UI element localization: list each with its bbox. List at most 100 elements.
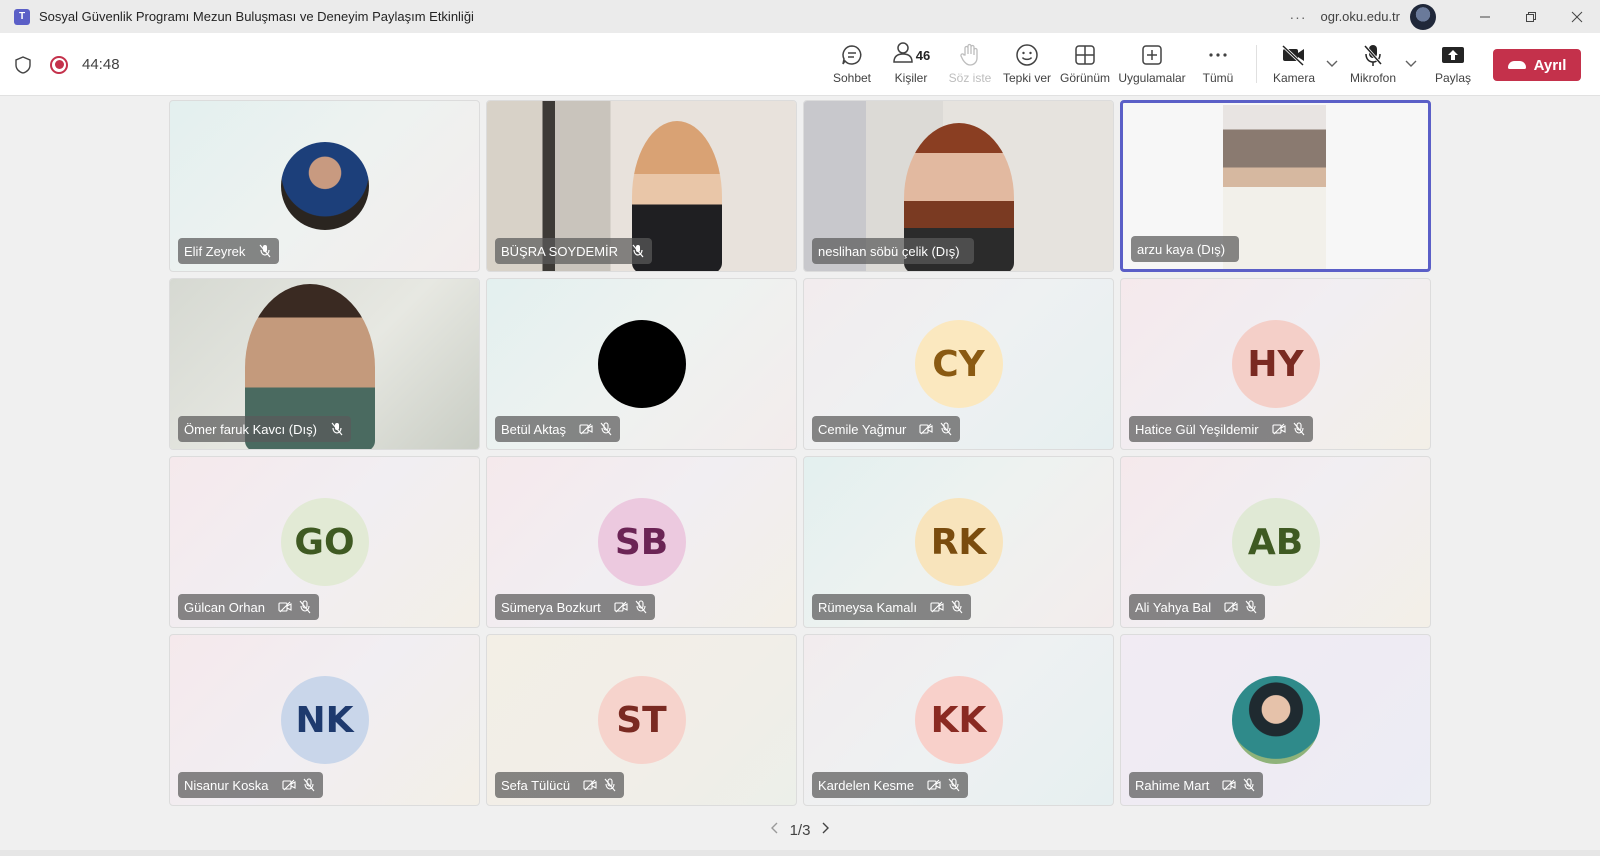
previous-page-chevron-icon[interactable] xyxy=(770,821,778,839)
camera-off-icon xyxy=(918,421,934,437)
participant-name: Gülcan Orhan xyxy=(184,599,265,615)
microphone-button[interactable]: Mikrofon xyxy=(1338,41,1408,91)
participant-name: BÜŞRA SOYDEMİR xyxy=(501,243,619,259)
view-button[interactable]: Görünüm xyxy=(1050,41,1120,91)
people-icon xyxy=(892,40,914,70)
chat-label: Sohbet xyxy=(832,71,872,85)
participant-name: Sümerya Bozkurt xyxy=(501,599,601,615)
participant-nametag: Rümeysa Kamalı xyxy=(812,594,971,620)
participant-tile[interactable]: RK Rümeysa Kamalı xyxy=(803,456,1114,628)
react-label: Tepki ver xyxy=(1002,71,1052,85)
participant-name: Sefa Tülücü xyxy=(501,777,571,793)
participant-tile[interactable]: ST Sefa Tülücü xyxy=(486,634,797,806)
participant-nametag: Elif Zeyrek xyxy=(178,238,280,264)
participant-avatar: HY xyxy=(1231,320,1320,408)
restore-icon[interactable] xyxy=(1508,0,1554,33)
next-page-chevron-icon[interactable] xyxy=(822,821,830,839)
participant-name: Rümeysa Kamalı xyxy=(818,599,917,615)
window-titlebar: T Sosyal Güvenlik Programı Mezun Buluşma… xyxy=(0,0,1600,33)
participant-name: Ali Yahya Bal xyxy=(1135,599,1212,615)
apps-button[interactable]: Uygulamalar xyxy=(1116,41,1188,91)
smiley-icon xyxy=(1015,41,1039,69)
more-options-icon[interactable]: ··· xyxy=(1290,9,1307,25)
participant-tile[interactable]: Rahime Mart xyxy=(1120,634,1431,806)
hand-icon xyxy=(959,41,981,69)
participant-grid: Elif Zeyrek BÜŞRA SOYDEMİR neslihan söbü… xyxy=(169,100,1433,810)
participant-tile[interactable]: CY Cemile Yağmur xyxy=(803,278,1114,450)
participant-nametag: Gülcan Orhan xyxy=(178,594,319,620)
mic-off-icon xyxy=(949,599,965,615)
participant-tile[interactable]: Ömer faruk Kavcı (Dış) xyxy=(169,278,480,450)
view-label: Görünüm xyxy=(1059,71,1111,85)
meeting-timer: 44:48 xyxy=(82,56,120,73)
participant-tile[interactable]: Elif Zeyrek xyxy=(169,100,480,272)
participant-tile[interactable]: AB Ali Yahya Bal xyxy=(1120,456,1431,628)
participant-avatar: KK xyxy=(914,676,1003,764)
participant-tile[interactable]: GO Gülcan Orhan xyxy=(169,456,480,628)
apps-label: Uygulamalar xyxy=(1118,71,1186,85)
camera-off-icon xyxy=(613,599,629,615)
participant-tile[interactable]: HY Hatice Gül Yeşildemir xyxy=(1120,278,1431,450)
participant-tile[interactable]: KK Kardelen Kesme xyxy=(803,634,1114,806)
participant-nametag: Hatice Gül Yeşildemir xyxy=(1129,416,1313,442)
participant-avatar: NK xyxy=(280,676,369,764)
participant-tile[interactable]: NK Nisanur Koska xyxy=(169,634,480,806)
mic-off-icon xyxy=(938,421,954,437)
microphone-options-chevron-icon[interactable] xyxy=(1405,59,1417,71)
more-button[interactable]: Tümü xyxy=(1183,41,1253,91)
participant-avatar: RK xyxy=(914,498,1003,586)
mic-off-icon xyxy=(946,777,962,793)
account-avatar[interactable] xyxy=(1410,3,1436,30)
participant-nametag: BÜŞRA SOYDEMİR xyxy=(495,238,653,264)
more-label: Tümü xyxy=(1202,71,1234,85)
camera-off-icon xyxy=(582,777,598,793)
participant-nametag: Nisanur Koska xyxy=(178,772,323,798)
toolbar-divider xyxy=(1256,45,1257,83)
page-indicator: 1/3 xyxy=(789,821,811,839)
mic-off-icon xyxy=(602,777,618,793)
close-icon[interactable] xyxy=(1554,0,1600,33)
camera-off-icon xyxy=(1223,599,1239,615)
share-button[interactable]: Paylaş xyxy=(1418,41,1488,91)
camera-off-icon xyxy=(578,421,594,437)
people-count: 46 xyxy=(915,47,931,63)
camera-off-icon xyxy=(1221,777,1237,793)
participant-nametag: Rahime Mart xyxy=(1129,772,1264,798)
minimize-icon[interactable] xyxy=(1462,0,1508,33)
participant-name: Ömer faruk Kavcı (Dış) xyxy=(184,421,317,437)
participant-name: Hatice Gül Yeşildemir xyxy=(1135,421,1259,437)
leave-button[interactable]: Ayrıl xyxy=(1493,49,1581,81)
hang-up-icon xyxy=(1507,61,1526,69)
participant-name: neslihan söbü çelik (Dış) xyxy=(818,243,960,259)
participant-nametag: Ali Yahya Bal xyxy=(1129,594,1266,620)
camera-off-icon xyxy=(277,599,293,615)
participant-name: Cemile Yağmur xyxy=(818,421,907,437)
participant-tile-active-speaker[interactable]: arzu kaya (Dış) xyxy=(1120,100,1431,272)
camera-button[interactable]: Kamera xyxy=(1259,41,1329,91)
participant-tile[interactable]: Betül Aktaş xyxy=(486,278,797,450)
participant-nametag: Betül Aktaş xyxy=(495,416,621,442)
camera-options-chevron-icon[interactable] xyxy=(1326,59,1338,71)
participant-avatar: ST xyxy=(597,676,686,764)
camera-off-icon xyxy=(1281,41,1307,69)
participant-tile[interactable]: SB Sümerya Bozkurt xyxy=(486,456,797,628)
participant-tile[interactable]: neslihan söbü çelik (Dış) xyxy=(803,100,1114,272)
raise-hand-label: Söz iste xyxy=(948,71,992,85)
participant-tile[interactable]: BÜŞRA SOYDEMİR xyxy=(486,100,797,272)
participant-name: Nisanur Koska xyxy=(184,777,269,793)
more-dots-icon xyxy=(1207,41,1229,69)
mic-off-icon xyxy=(301,777,317,793)
shield-icon[interactable] xyxy=(14,55,32,75)
participant-nametag: Sümerya Bozkurt xyxy=(495,594,655,620)
mic-off-icon xyxy=(1241,777,1257,793)
microphone-off-icon xyxy=(1362,41,1384,69)
participant-nametag: Cemile Yağmur xyxy=(812,416,961,442)
mic-off-icon xyxy=(598,421,614,437)
participant-avatar: AB xyxy=(1231,498,1320,586)
participant-avatar xyxy=(280,142,369,230)
leave-label: Ayrıl xyxy=(1533,56,1567,74)
participant-nametag: arzu kaya (Dış) xyxy=(1131,236,1240,262)
participant-name: Kardelen Kesme xyxy=(818,777,915,793)
mic-muted-icon xyxy=(329,421,345,437)
participant-nametag: Sefa Tülücü xyxy=(495,772,625,798)
